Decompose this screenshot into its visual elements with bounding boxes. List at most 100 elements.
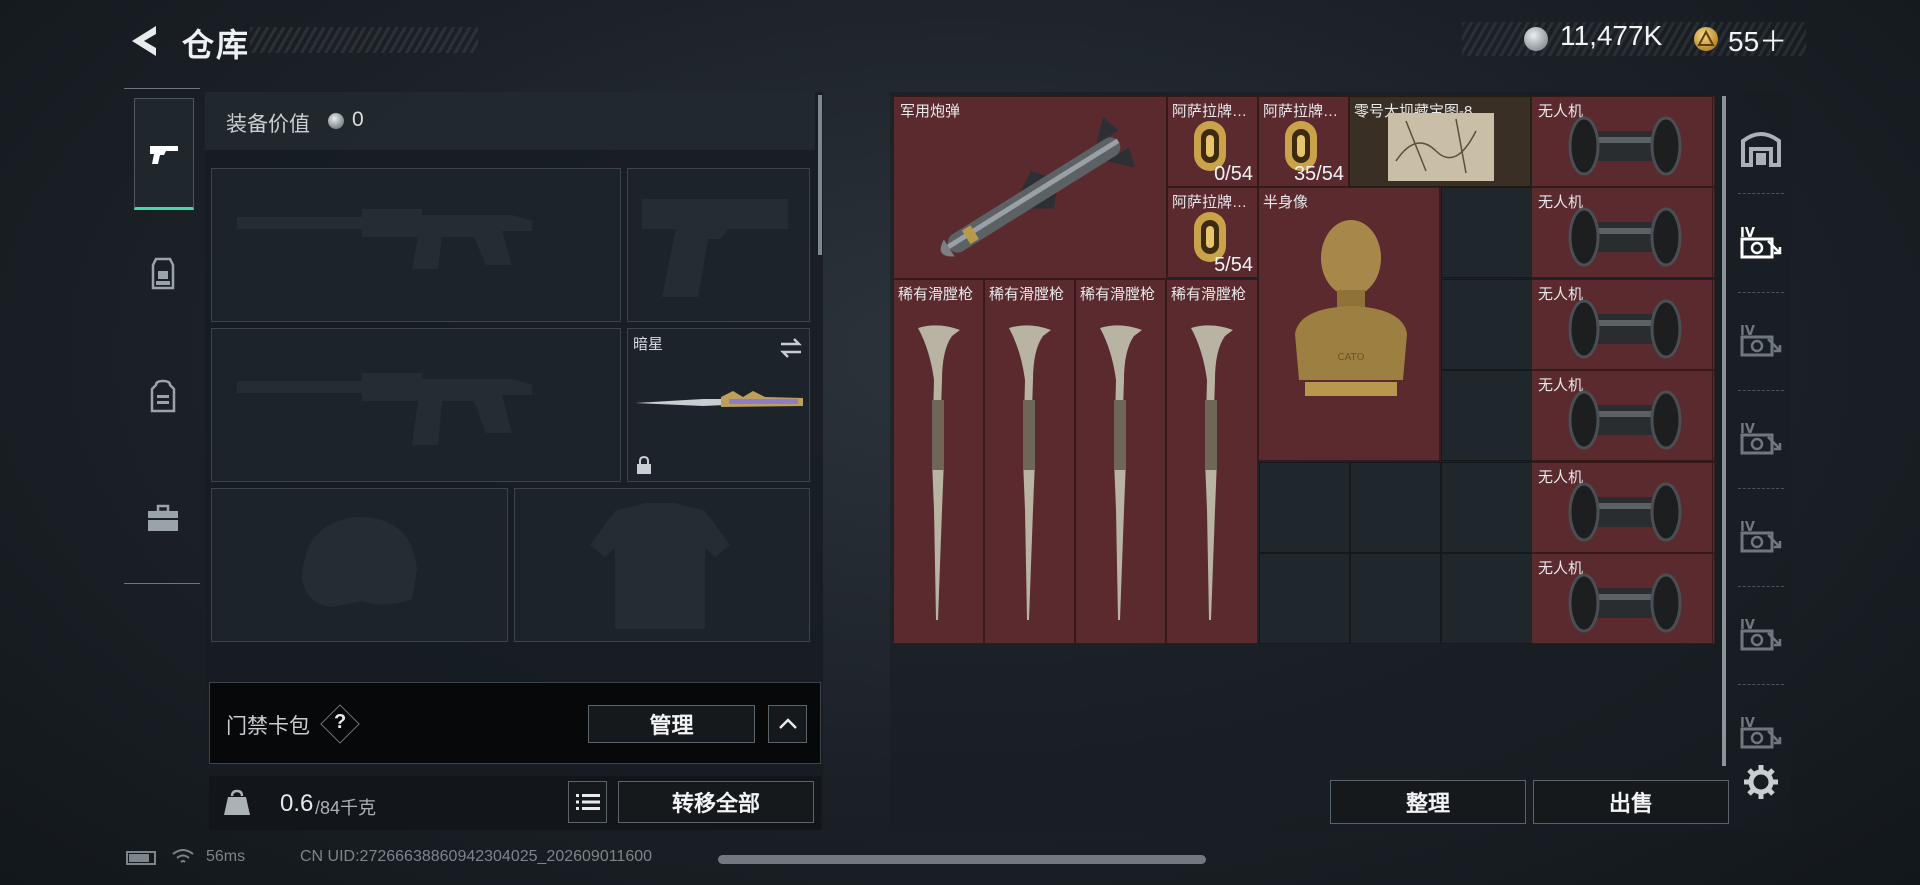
tab-chest-rig[interactable] <box>134 220 192 328</box>
drone-barrel-icon <box>1568 207 1682 267</box>
stash-item[interactable]: 无人机 <box>1531 461 1713 553</box>
stash-item[interactable]: 军用炮弹 <box>893 96 1167 279</box>
item-label: 阿萨拉牌… <box>1172 194 1248 211</box>
tab-divider <box>1738 292 1784 293</box>
help-icon: ? <box>334 711 347 733</box>
stash-item[interactable]: 阿萨拉牌… 5/54 <box>1167 187 1258 278</box>
item-label: 阿萨拉牌… <box>1172 103 1248 120</box>
wifi-icon <box>172 849 194 863</box>
missile-icon <box>940 116 1135 257</box>
sell-button[interactable]: 出售 <box>1533 780 1729 824</box>
swap-icon[interactable] <box>778 337 804 359</box>
tab-toolbox[interactable] <box>134 464 192 572</box>
gold-triangle-coin-icon <box>1694 27 1718 51</box>
drone-barrel-icon <box>1568 482 1682 542</box>
chest-rig-icon <box>151 257 175 290</box>
stash-page-IV-icon: IV <box>1740 520 1782 553</box>
drone-barrel-icon <box>1568 390 1682 450</box>
stash-item[interactable]: 稀有滑膛枪 <box>984 279 1075 644</box>
stash-page-IV-icon: IV <box>1740 324 1782 357</box>
list-icon <box>575 794 600 810</box>
stash-item[interactable]: 半身像 CATO <box>1258 187 1440 461</box>
silver-coin-icon <box>1524 27 1548 51</box>
stash-item[interactable]: 阿萨拉牌… 0/54 <box>1167 96 1258 187</box>
stash-page-tab[interactable]: IV <box>1736 512 1786 562</box>
stash-item[interactable]: 无人机 <box>1531 187 1713 279</box>
title-decoration <box>250 27 478 53</box>
chevron-up-icon <box>778 718 797 729</box>
drone-barrel-icon <box>1568 573 1682 633</box>
home-indicator[interactable] <box>718 855 1206 864</box>
stash-page-tab[interactable]: IV <box>1736 610 1786 660</box>
treasure-map-icon <box>1388 113 1494 181</box>
battery-icon <box>126 851 156 865</box>
item-label: 稀有滑膛枪 <box>1171 286 1247 303</box>
tab-backpack[interactable] <box>134 342 192 450</box>
stash-scrollbar[interactable] <box>1722 96 1726 766</box>
tab-divider <box>1738 390 1784 391</box>
pistol-silhouette-icon <box>642 199 788 297</box>
stash-page-tab[interactable]: IV <box>1736 218 1786 268</box>
stash-item[interactable]: 无人机 <box>1531 96 1713 187</box>
stash-page-tab[interactable]: IV <box>1736 316 1786 366</box>
svg-text:CATO: CATO <box>1337 352 1364 363</box>
stash-home-icon <box>1741 132 1781 167</box>
melee-slot-label: 暗星 <box>633 336 664 353</box>
stash-item[interactable]: 无人机 <box>1531 370 1713 462</box>
item-label: 稀有滑膛枪 <box>989 286 1065 303</box>
secondary-weapon-slot[interactable] <box>211 328 621 482</box>
stash-home-tab[interactable] <box>1736 122 1786 172</box>
armor-slot[interactable] <box>514 488 810 642</box>
tab-weapons[interactable] <box>134 98 194 210</box>
tab-divider <box>1738 586 1784 587</box>
stash-page-tab[interactable]: IV <box>1736 708 1786 758</box>
settings-button[interactable] <box>1743 764 1779 800</box>
helmet-slot[interactable] <box>211 488 508 642</box>
tab-divider <box>1738 488 1784 489</box>
stash-item[interactable]: 稀有滑膛枪 <box>893 279 984 644</box>
gear-icon <box>1744 765 1778 799</box>
back-arrow-icon <box>132 26 156 56</box>
item-label: 半身像 <box>1263 194 1309 211</box>
rifle-silhouette-icon <box>237 373 532 445</box>
melee-slot[interactable]: 暗星 <box>627 328 810 482</box>
drone-barrel-icon <box>1568 116 1682 176</box>
access-card-label: 门禁卡包 <box>226 715 310 738</box>
stash-item[interactable]: 稀有滑膛枪 <box>1075 279 1166 644</box>
stash-item[interactable]: 稀有滑膛枪 <box>1166 279 1258 644</box>
musket-icon <box>1009 325 1051 620</box>
primary-weapon-slot[interactable] <box>211 168 621 322</box>
weight-icon <box>215 780 259 826</box>
sort-button[interactable]: 整理 <box>1330 780 1526 824</box>
silver-coin-icon <box>328 113 344 129</box>
transfer-all-button[interactable]: 转移全部 <box>618 781 814 823</box>
stash-page-IV-icon: IV <box>1740 716 1782 749</box>
collapse-button[interactable] <box>768 705 807 743</box>
stash-page-IV-icon: IV <box>1740 226 1782 259</box>
ping-text: 56ms <box>206 848 246 865</box>
item-label: 稀有滑膛枪 <box>898 286 974 303</box>
stash-item[interactable]: 阿萨拉牌… 35/54 <box>1258 96 1349 187</box>
weight-max: /84千克 <box>315 798 377 818</box>
manage-button[interactable]: 管理 <box>588 705 755 743</box>
pistol-icon <box>150 146 178 164</box>
gold-currency-value[interactable]: 55＋ <box>1728 20 1787 60</box>
stash-item[interactable]: 零号大坝藏宝图-8 <box>1349 96 1531 187</box>
uid-text: CN UID:2726663886094230402­5_20260901160… <box>300 848 653 865</box>
musket-icon <box>1191 325 1233 620</box>
armor-silhouette-icon <box>590 503 730 629</box>
tab-divider <box>1738 684 1784 685</box>
stash-item[interactable]: 无人机 <box>1531 553 1713 644</box>
stash-item[interactable]: 无人机 <box>1531 278 1713 370</box>
equipment-scrollbar[interactable] <box>818 95 822 255</box>
weight-current: 0.6 <box>280 790 314 817</box>
back-button[interactable] <box>124 22 164 60</box>
list-view-button[interactable] <box>568 781 607 823</box>
musket-icon <box>1100 325 1142 620</box>
drone-barrel-icon <box>1568 299 1682 359</box>
stash-page-tab[interactable]: IV <box>1736 414 1786 464</box>
pistol-slot[interactable] <box>627 168 810 322</box>
tab-divider <box>1738 193 1784 194</box>
item-label: 阿萨拉牌… <box>1263 103 1339 120</box>
toolbox-icon <box>148 504 178 531</box>
